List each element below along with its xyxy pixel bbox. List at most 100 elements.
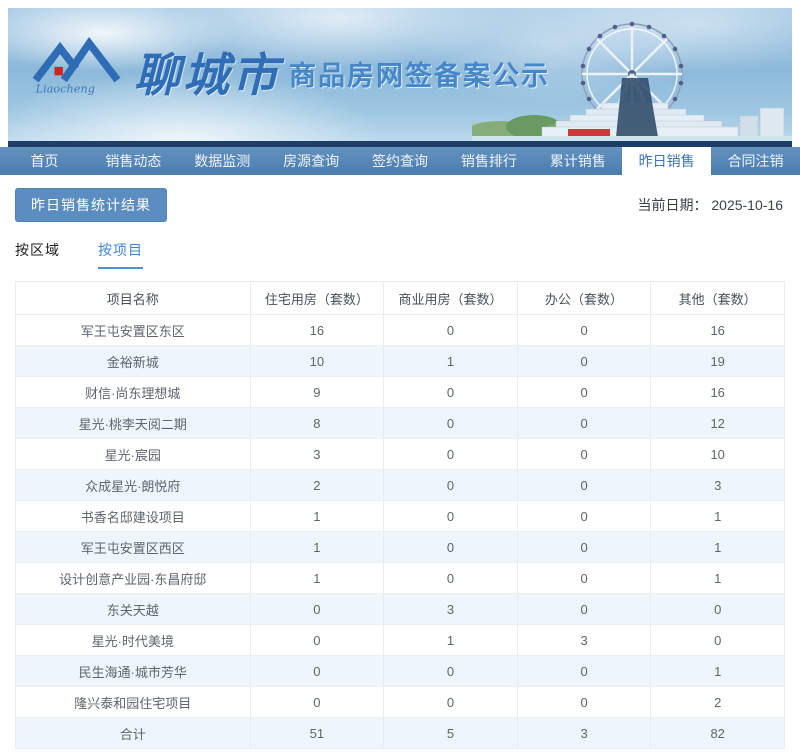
nav-item-5[interactable]: 销售排行 — [444, 147, 533, 175]
table-cell: 0 — [650, 624, 785, 656]
column-header: 项目名称 — [15, 281, 251, 315]
table-cell: 0 — [516, 345, 652, 377]
table-cell: 0 — [383, 686, 518, 718]
table-cell: 19 — [650, 345, 785, 377]
table-cell: 82 — [650, 717, 785, 749]
table-cell: 星光·宸园 — [15, 438, 251, 470]
table-cell: 0 — [383, 314, 518, 346]
sales-table: 项目名称 住宅用房（套数） 商业用房（套数） 办公（套数） 其他（套数） 军王屯安置区东… — [15, 281, 785, 749]
table-row: 东关天越 0 3 0 0 — [15, 593, 785, 625]
table-cell: 军王屯安置区东区 — [15, 314, 251, 346]
toolbar: 昨日销售统计结果 当前日期： 2025-10-16 — [15, 188, 785, 222]
table-cell: 财信·尚东理想城 — [15, 376, 251, 408]
nav-item-2[interactable]: 数据监测 — [178, 147, 267, 175]
table-cell: 0 — [516, 593, 652, 625]
current-date-value: 2025-10-16 — [711, 197, 783, 213]
nav-item-1[interactable]: 销售动态 — [89, 147, 178, 175]
table-cell: 设计创意产业园·东昌府邸 — [15, 562, 251, 594]
table-cell: 0 — [383, 376, 518, 408]
nav-item-3[interactable]: 房源查询 — [267, 147, 356, 175]
table-body: 军王屯安置区东区 16 0 0 16 金裕新城 10 1 0 19 财信·尚东理想城 9 0 0 16 星光·… — [15, 314, 785, 749]
table-cell: 书香名邸建设项目 — [15, 500, 251, 532]
table-row: 星光·桃李天阅二期 8 0 0 12 — [15, 407, 785, 439]
table-cell: 0 — [516, 686, 652, 718]
nav-item-6[interactable]: 累计销售 — [533, 147, 622, 175]
header-banner: Liaocheng 聊城市 商品房网签备案公示 — [8, 8, 792, 147]
table-cell: 3 — [383, 593, 518, 625]
current-date: 当前日期： 2025-10-16 — [637, 195, 785, 215]
table-cell: 众成星光·朗悦府 — [15, 469, 251, 501]
view-tab-1[interactable]: 按项目 — [98, 240, 143, 269]
table-cell: 星光·时代美境 — [15, 624, 251, 656]
table-cell: 0 — [650, 593, 785, 625]
table-row: 财信·尚东理想城 9 0 0 16 — [15, 376, 785, 408]
table-row: 星光·时代美境 0 1 3 0 — [15, 624, 785, 656]
table-cell: 1 — [650, 531, 785, 563]
table-total-row: 合计 51 5 3 82 — [15, 717, 785, 749]
table-cell: 0 — [249, 655, 385, 687]
yesterday-sales-result-button[interactable]: 昨日销售统计结果 — [15, 188, 167, 222]
table-cell: 2 — [650, 686, 785, 718]
nav-item-4[interactable]: 签约查询 — [356, 147, 445, 175]
table-cell: 5 — [383, 717, 518, 749]
table-cell: 3 — [516, 624, 652, 656]
nav-bar: 首页 销售动态 数据监测 房源查询 签约查询 销售排行 累计销售 昨日销售 合同注销 — [0, 147, 800, 175]
table-cell: 合计 — [15, 717, 251, 749]
table-row: 军王屯安置区东区 16 0 0 16 — [15, 314, 785, 346]
banner-title-main: 商品房网签备案公示 — [289, 61, 550, 91]
table-cell: 0 — [516, 314, 652, 346]
column-header: 住宅用房（套数） — [249, 281, 385, 315]
table-cell: 51 — [249, 717, 385, 749]
table-row: 隆兴泰和园住宅项目 0 0 0 2 — [15, 686, 785, 718]
table-cell: 1 — [383, 345, 518, 377]
table-row: 民生海通·城市芳华 0 0 0 1 — [15, 655, 785, 687]
view-tabs: 按区域 按项目 — [15, 240, 785, 269]
table-row: 设计创意产业园·东昌府邸 1 0 0 1 — [15, 562, 785, 594]
column-header: 商业用房（套数） — [383, 281, 518, 315]
nav-item-0[interactable]: 首页 — [0, 147, 89, 175]
table-cell: 0 — [383, 655, 518, 687]
column-header: 办公（套数） — [516, 281, 652, 315]
table-cell: 3 — [650, 469, 785, 501]
table-cell: 0 — [516, 500, 652, 532]
table-cell: 1 — [249, 531, 385, 563]
table-cell: 8 — [249, 407, 385, 439]
table-cell: 军王屯安置区西区 — [15, 531, 251, 563]
view-tab-0[interactable]: 按区域 — [15, 240, 60, 269]
banner-title-city: 聊城市 — [134, 48, 281, 102]
table-cell: 16 — [650, 376, 785, 408]
table-row: 金裕新城 10 1 0 19 — [15, 345, 785, 377]
table-cell: 0 — [383, 531, 518, 563]
table-cell: 9 — [249, 376, 385, 408]
table-cell: 0 — [516, 655, 652, 687]
table-cell: 0 — [516, 438, 652, 470]
table-cell: 1 — [383, 624, 518, 656]
table-cell: 0 — [383, 469, 518, 501]
table-cell: 0 — [383, 562, 518, 594]
table-row: 书香名邸建设项目 1 0 0 1 — [15, 500, 785, 532]
table-cell: 1 — [249, 500, 385, 532]
table-cell: 3 — [249, 438, 385, 470]
table-cell: 0 — [249, 593, 385, 625]
nav-item-7[interactable]: 昨日销售 — [622, 147, 712, 175]
table-cell: 10 — [249, 345, 385, 377]
table-row: 军王屯安置区西区 1 0 0 1 — [15, 531, 785, 563]
table-cell: 东关天越 — [15, 593, 251, 625]
table-cell: 16 — [249, 314, 385, 346]
table-cell: 10 — [650, 438, 785, 470]
table-header-row: 项目名称 住宅用房（套数） 商业用房（套数） 办公（套数） 其他（套数） — [15, 281, 785, 315]
liaocheng-logo-icon: Liaocheng — [32, 37, 121, 95]
table-cell: 1 — [650, 655, 785, 687]
table-cell: 12 — [650, 407, 785, 439]
table-cell: 0 — [249, 686, 385, 718]
table-cell: 1 — [249, 562, 385, 594]
nav-item-8[interactable]: 合同注销 — [711, 147, 800, 175]
table-cell: 隆兴泰和园住宅项目 — [15, 686, 251, 718]
table-cell: 星光·桃李天阅二期 — [15, 407, 251, 439]
column-header: 其他（套数） — [650, 281, 785, 315]
current-date-label: 当前日期： — [637, 197, 708, 213]
table-cell: 0 — [383, 407, 518, 439]
brand-block: Liaocheng 聊城市 商品房网签备案公示 — [30, 32, 550, 98]
table-cell: 0 — [516, 376, 652, 408]
table-cell: 16 — [650, 314, 785, 346]
